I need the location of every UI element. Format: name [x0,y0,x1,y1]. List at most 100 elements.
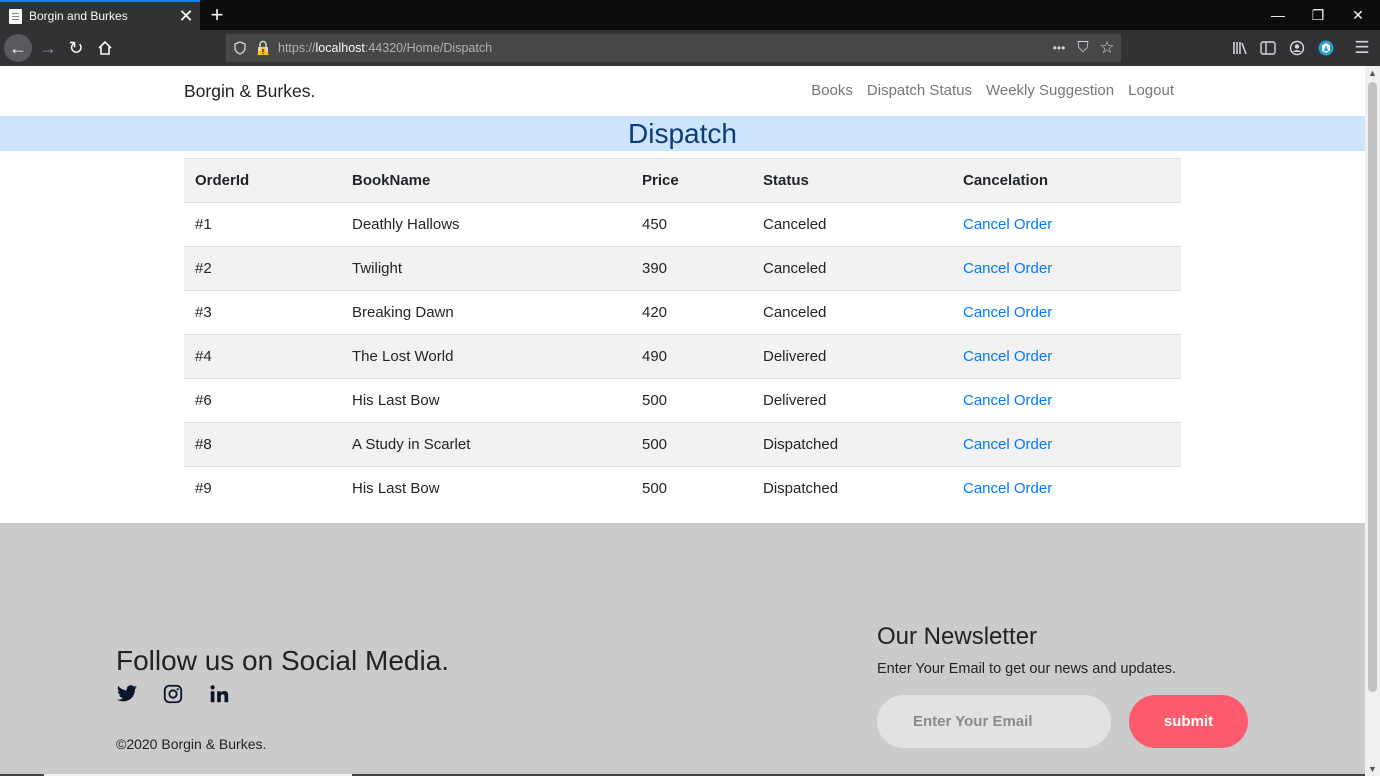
nav-dispatch-status[interactable]: Dispatch Status [867,82,972,99]
close-window-button[interactable]: ✕ [1338,0,1378,30]
newsletter-description: Enter Your Email to get our news and upd… [877,661,1177,677]
url-scheme: https:// [278,41,316,55]
price-cell: 500 [631,422,752,467]
newsletter-email-input[interactable] [877,695,1111,748]
bookmark-star-icon[interactable]: ☆ [1096,34,1118,62]
site-header: Borgin & Burkes. Books Dispatch Status W… [0,66,1365,116]
browser-tab[interactable]: Borgin and Burkes ✕ [0,0,200,30]
url-path: :44320/Home/Dispatch [364,41,493,55]
restore-window-button[interactable]: ❐ [1298,0,1338,30]
status-cell: Delivered [752,378,952,423]
price-cell: 390 [631,246,752,291]
cancelation-cell: Cancel Order [952,422,1181,467]
status-cell: Dispatched [752,422,952,467]
order-id-cell: #6 [184,378,341,423]
sidebar-icon[interactable] [1254,34,1282,62]
tracking-shield-icon[interactable] [232,39,248,57]
browser-tab-bar: Borgin and Burkes ✕ + — ❐ ✕ [0,0,1380,30]
scroll-down-arrow-icon[interactable]: ▼ [1365,762,1380,776]
page-title-band: Dispatch [0,116,1365,151]
order-id-cell: #9 [184,466,341,511]
page-viewport: Borgin & Burkes. Books Dispatch Status W… [0,66,1365,776]
order-id-cell: #2 [184,246,341,291]
column-header-orderid: OrderId [184,158,341,203]
table-row: #9 His Last Bow 500 Dispatched Cancel Or… [184,466,1181,511]
menu-icon[interactable]: ☰ [1348,34,1376,62]
cancel-order-link[interactable]: Cancel Order [963,216,1052,233]
reload-button[interactable]: ↻ [62,34,90,62]
table-header-row: OrderId BookName Price Status Cancelatio… [184,158,1181,203]
cancel-order-link[interactable]: Cancel Order [963,304,1052,321]
site-brand[interactable]: Borgin & Burkes. [184,81,315,102]
column-header-cancelation: Cancelation [952,158,1181,203]
dispatch-table: OrderId BookName Price Status Cancelatio… [184,158,1181,511]
table-row: #2 Twilight 390 Canceled Cancel Order [184,246,1181,291]
status-cell: Dispatched [752,466,952,511]
status-cell: Canceled [752,290,952,335]
extension-icon[interactable] [1312,34,1340,62]
site-footer: Follow us on Social Media. ©2020 Borgin … [0,523,1365,776]
pocket-icon[interactable]: ⛉ [1072,34,1094,62]
browser-toolbar: ← → ↻ https://localhost:44320/Home/Dispa… [0,30,1380,66]
column-header-bookname: BookName [341,158,631,203]
newsletter-heading: Our Newsletter [877,623,1038,650]
cancel-order-link[interactable]: Cancel Order [963,480,1052,497]
page-title: Dispatch [628,118,737,149]
status-cell: Canceled [752,202,952,247]
price-cell: 420 [631,290,752,335]
follow-heading: Follow us on Social Media. [116,645,450,676]
cancelation-cell: Cancel Order [952,246,1181,291]
forward-button[interactable]: → [34,34,62,62]
account-icon[interactable] [1283,34,1311,62]
dispatch-table-wrapper: OrderId BookName Price Status Cancelatio… [184,158,1181,511]
order-id-cell: #8 [184,422,341,467]
newsletter-submit-button[interactable]: submit [1129,695,1248,748]
cancelation-cell: Cancel Order [952,202,1181,247]
social-links [116,683,230,705]
instagram-icon[interactable] [162,683,184,705]
cancel-order-link[interactable]: Cancel Order [963,436,1052,453]
cancelation-cell: Cancel Order [952,466,1181,511]
url-text[interactable]: https://localhost:44320/Home/Dispatch [278,34,492,62]
column-header-status: Status [752,158,952,203]
status-cell: Delivered [752,334,952,379]
table-row: #6 His Last Bow 500 Delivered Cancel Ord… [184,378,1181,423]
insecure-lock-icon[interactable] [256,40,270,56]
scroll-up-arrow-icon[interactable]: ▲ [1365,66,1380,80]
table-row: #3 Breaking Dawn 420 Canceled Cancel Ord… [184,290,1181,335]
nav-logout[interactable]: Logout [1128,82,1174,99]
page-actions-icon[interactable]: ••• [1048,34,1070,62]
page-favicon-icon [9,8,22,24]
url-host: localhost [315,41,365,55]
copyright-text: ©2020 Borgin & Burkes. [116,736,267,752]
home-icon [98,40,112,55]
order-id-cell: #1 [184,202,341,247]
cancelation-cell: Cancel Order [952,378,1181,423]
twitter-icon[interactable] [116,683,138,705]
cancel-order-link[interactable]: Cancel Order [963,392,1052,409]
table-row: #8 A Study in Scarlet 500 Dispatched Can… [184,422,1181,467]
table-row: #1 Deathly Hallows 450 Canceled Cancel O… [184,202,1181,247]
home-button[interactable] [91,34,119,62]
cancel-order-link[interactable]: Cancel Order [963,260,1052,277]
nav-weekly-suggestion[interactable]: Weekly Suggestion [986,82,1114,99]
minimize-window-button[interactable]: — [1258,0,1298,30]
nav-books[interactable]: Books [811,82,853,99]
close-tab-icon[interactable]: ✕ [172,2,200,30]
library-icon[interactable] [1226,34,1254,62]
new-tab-button[interactable]: + [206,2,228,28]
price-cell: 490 [631,334,752,379]
url-bar[interactable]: https://localhost:44320/Home/Dispatch ••… [226,34,1121,62]
scrollbar-thumb[interactable] [1368,82,1377,692]
book-name-cell: His Last Bow [341,466,631,511]
table-row: #4 The Lost World 490 Delivered Cancel O… [184,334,1181,379]
site-nav: Books Dispatch Status Weekly Suggestion … [811,82,1174,99]
linkedin-icon[interactable] [208,683,230,705]
cancel-order-link[interactable]: Cancel Order [963,348,1052,365]
book-name-cell: Deathly Hallows [341,202,631,247]
page-scrollbar[interactable]: ▲ ▼ [1365,66,1380,776]
back-button[interactable]: ← [4,34,32,62]
cancelation-cell: Cancel Order [952,290,1181,335]
book-name-cell: His Last Bow [341,378,631,423]
price-cell: 450 [631,202,752,247]
